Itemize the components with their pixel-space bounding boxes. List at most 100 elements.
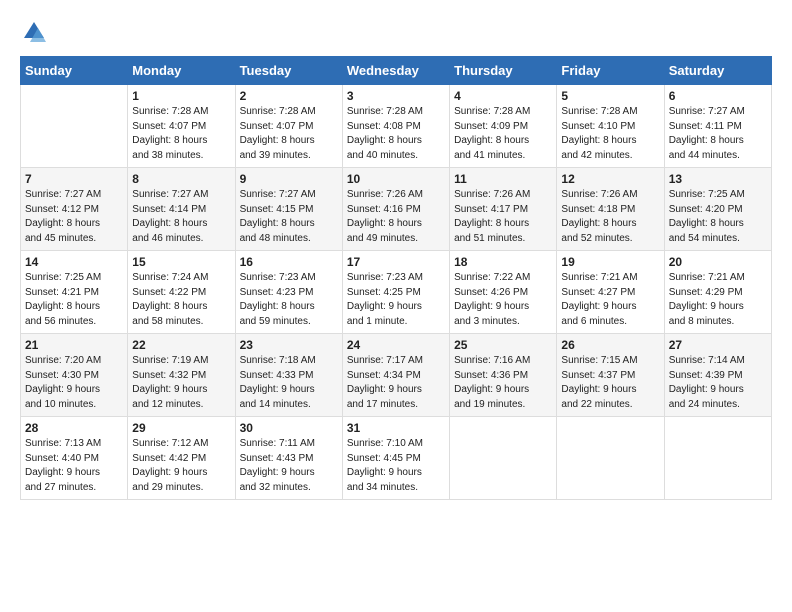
day-cell: 9 Sunrise: 7:27 AM Sunset: 4:15 PM Daylig… (235, 168, 342, 251)
day-number: 11 (454, 172, 552, 186)
day-info: Sunrise: 7:28 AM Sunset: 4:07 PM Dayligh… (240, 105, 338, 163)
day-cell: 3 Sunrise: 7:28 AM Sunset: 4:08 PM Daylig… (342, 85, 449, 168)
day-cell: 11 Sunrise: 7:26 AM Sunset: 4:17 PM Dayli… (450, 168, 557, 251)
day-number: 27 (669, 338, 767, 352)
day-number: 3 (347, 89, 445, 103)
day-number: 19 (561, 255, 659, 269)
day-number: 2 (240, 89, 338, 103)
day-info: Sunrise: 7:12 AM Sunset: 4:42 PM Dayligh… (132, 437, 230, 495)
day-cell: 22 Sunrise: 7:19 AM Sunset: 4:32 PM Dayli… (128, 334, 235, 417)
day-cell: 29 Sunrise: 7:12 AM Sunset: 4:42 PM Dayli… (128, 417, 235, 500)
day-cell: 24 Sunrise: 7:17 AM Sunset: 4:34 PM Dayli… (342, 334, 449, 417)
day-number: 6 (669, 89, 767, 103)
day-cell: 7 Sunrise: 7:27 AM Sunset: 4:12 PM Daylig… (21, 168, 128, 251)
week-row-0: 1 Sunrise: 7:28 AM Sunset: 4:07 PM Daylig… (21, 85, 772, 168)
day-number: 12 (561, 172, 659, 186)
col-header-tuesday: Tuesday (235, 57, 342, 85)
calendar-body: 1 Sunrise: 7:28 AM Sunset: 4:07 PM Daylig… (21, 85, 772, 500)
day-info: Sunrise: 7:27 AM Sunset: 4:15 PM Dayligh… (240, 188, 338, 246)
day-info: Sunrise: 7:15 AM Sunset: 4:37 PM Dayligh… (561, 354, 659, 412)
day-cell: 20 Sunrise: 7:21 AM Sunset: 4:29 PM Dayli… (664, 251, 771, 334)
day-number: 7 (25, 172, 123, 186)
col-header-monday: Monday (128, 57, 235, 85)
day-cell: 25Sunrise: 7:16 AM Sunset: 4:36 PM Dayli… (450, 334, 557, 417)
calendar-table: SundayMondayTuesdayWednesdayThursdayFrid… (20, 56, 772, 500)
day-number: 9 (240, 172, 338, 186)
day-info: Sunrise: 7:21 AM Sunset: 4:27 PM Dayligh… (561, 271, 659, 329)
day-info: Sunrise: 7:19 AM Sunset: 4:32 PM Dayligh… (132, 354, 230, 412)
day-cell (450, 417, 557, 500)
day-number: 22 (132, 338, 230, 352)
col-header-friday: Friday (557, 57, 664, 85)
day-number: 1 (132, 89, 230, 103)
day-cell: 4Sunrise: 7:28 AM Sunset: 4:09 PM Daylig… (450, 85, 557, 168)
day-info: Sunrise: 7:23 AM Sunset: 4:25 PM Dayligh… (347, 271, 445, 329)
day-number: 17 (347, 255, 445, 269)
day-cell: 30 Sunrise: 7:11 AM Sunset: 4:43 PM Dayli… (235, 417, 342, 500)
day-number: 18 (454, 255, 552, 269)
day-cell (557, 417, 664, 500)
day-number: 30 (240, 421, 338, 435)
week-row-2: 14 Sunrise: 7:25 AM Sunset: 4:21 PM Dayli… (21, 251, 772, 334)
day-cell: 23Sunrise: 7:18 AM Sunset: 4:33 PM Dayli… (235, 334, 342, 417)
day-cell (21, 85, 128, 168)
col-header-sunday: Sunday (21, 57, 128, 85)
day-number: 28 (25, 421, 123, 435)
day-info: Sunrise: 7:18 AM Sunset: 4:33 PM Dayligh… (240, 354, 338, 412)
day-info: Sunrise: 7:20 AM Sunset: 4:30 PM Dayligh… (25, 354, 123, 412)
day-number: 8 (132, 172, 230, 186)
col-header-wednesday: Wednesday (342, 57, 449, 85)
day-info: Sunrise: 7:13 AM Sunset: 4:40 PM Dayligh… (25, 437, 123, 495)
col-header-saturday: Saturday (664, 57, 771, 85)
day-cell: 6 Sunrise: 7:27 AM Sunset: 4:11 PM Daylig… (664, 85, 771, 168)
day-info: Sunrise: 7:26 AM Sunset: 4:18 PM Dayligh… (561, 188, 659, 246)
header-row: SundayMondayTuesdayWednesdayThursdayFrid… (21, 57, 772, 85)
day-cell: 2 Sunrise: 7:28 AM Sunset: 4:07 PM Daylig… (235, 85, 342, 168)
day-info: Sunrise: 7:28 AM Sunset: 4:08 PM Dayligh… (347, 105, 445, 163)
day-number: 20 (669, 255, 767, 269)
day-cell: 14 Sunrise: 7:25 AM Sunset: 4:21 PM Dayli… (21, 251, 128, 334)
day-number: 10 (347, 172, 445, 186)
day-info: Sunrise: 7:26 AM Sunset: 4:16 PM Dayligh… (347, 188, 445, 246)
day-number: 14 (25, 255, 123, 269)
day-info: Sunrise: 7:28 AM Sunset: 4:07 PM Dayligh… (132, 105, 230, 163)
day-cell: 19 Sunrise: 7:21 AM Sunset: 4:27 PM Dayli… (557, 251, 664, 334)
week-row-4: 28 Sunrise: 7:13 AM Sunset: 4:40 PM Dayli… (21, 417, 772, 500)
day-cell: 17 Sunrise: 7:23 AM Sunset: 4:25 PM Dayli… (342, 251, 449, 334)
day-number: 16 (240, 255, 338, 269)
day-cell: 1 Sunrise: 7:28 AM Sunset: 4:07 PM Daylig… (128, 85, 235, 168)
day-cell: 13Sunrise: 7:25 AM Sunset: 4:20 PM Dayli… (664, 168, 771, 251)
header (20, 18, 772, 46)
day-info: Sunrise: 7:25 AM Sunset: 4:21 PM Dayligh… (25, 271, 123, 329)
day-number: 5 (561, 89, 659, 103)
day-info: Sunrise: 7:17 AM Sunset: 4:34 PM Dayligh… (347, 354, 445, 412)
calendar-header: SundayMondayTuesdayWednesdayThursdayFrid… (21, 57, 772, 85)
day-cell: 16Sunrise: 7:23 AM Sunset: 4:23 PM Dayli… (235, 251, 342, 334)
day-number: 4 (454, 89, 552, 103)
day-number: 24 (347, 338, 445, 352)
day-cell: 5 Sunrise: 7:28 AM Sunset: 4:10 PM Daylig… (557, 85, 664, 168)
day-info: Sunrise: 7:24 AM Sunset: 4:22 PM Dayligh… (132, 271, 230, 329)
day-info: Sunrise: 7:27 AM Sunset: 4:12 PM Dayligh… (25, 188, 123, 246)
day-number: 31 (347, 421, 445, 435)
day-number: 29 (132, 421, 230, 435)
day-number: 26 (561, 338, 659, 352)
day-info: Sunrise: 7:11 AM Sunset: 4:43 PM Dayligh… (240, 437, 338, 495)
day-cell: 15 Sunrise: 7:24 AM Sunset: 4:22 PM Dayli… (128, 251, 235, 334)
day-cell (664, 417, 771, 500)
day-info: Sunrise: 7:21 AM Sunset: 4:29 PM Dayligh… (669, 271, 767, 329)
day-info: Sunrise: 7:22 AM Sunset: 4:26 PM Dayligh… (454, 271, 552, 329)
day-info: Sunrise: 7:26 AM Sunset: 4:17 PM Dayligh… (454, 188, 552, 246)
day-info: Sunrise: 7:28 AM Sunset: 4:10 PM Dayligh… (561, 105, 659, 163)
logo-icon (20, 18, 48, 46)
day-info: Sunrise: 7:27 AM Sunset: 4:14 PM Dayligh… (132, 188, 230, 246)
day-cell: 31Sunrise: 7:10 AM Sunset: 4:45 PM Dayli… (342, 417, 449, 500)
day-number: 15 (132, 255, 230, 269)
day-cell: 10 Sunrise: 7:26 AM Sunset: 4:16 PM Dayli… (342, 168, 449, 251)
day-cell: 21 Sunrise: 7:20 AM Sunset: 4:30 PM Dayli… (21, 334, 128, 417)
day-cell: 28 Sunrise: 7:13 AM Sunset: 4:40 PM Dayli… (21, 417, 128, 500)
day-cell: 18 Sunrise: 7:22 AM Sunset: 4:26 PM Dayli… (450, 251, 557, 334)
day-info: Sunrise: 7:27 AM Sunset: 4:11 PM Dayligh… (669, 105, 767, 163)
logo (20, 18, 52, 46)
day-number: 21 (25, 338, 123, 352)
